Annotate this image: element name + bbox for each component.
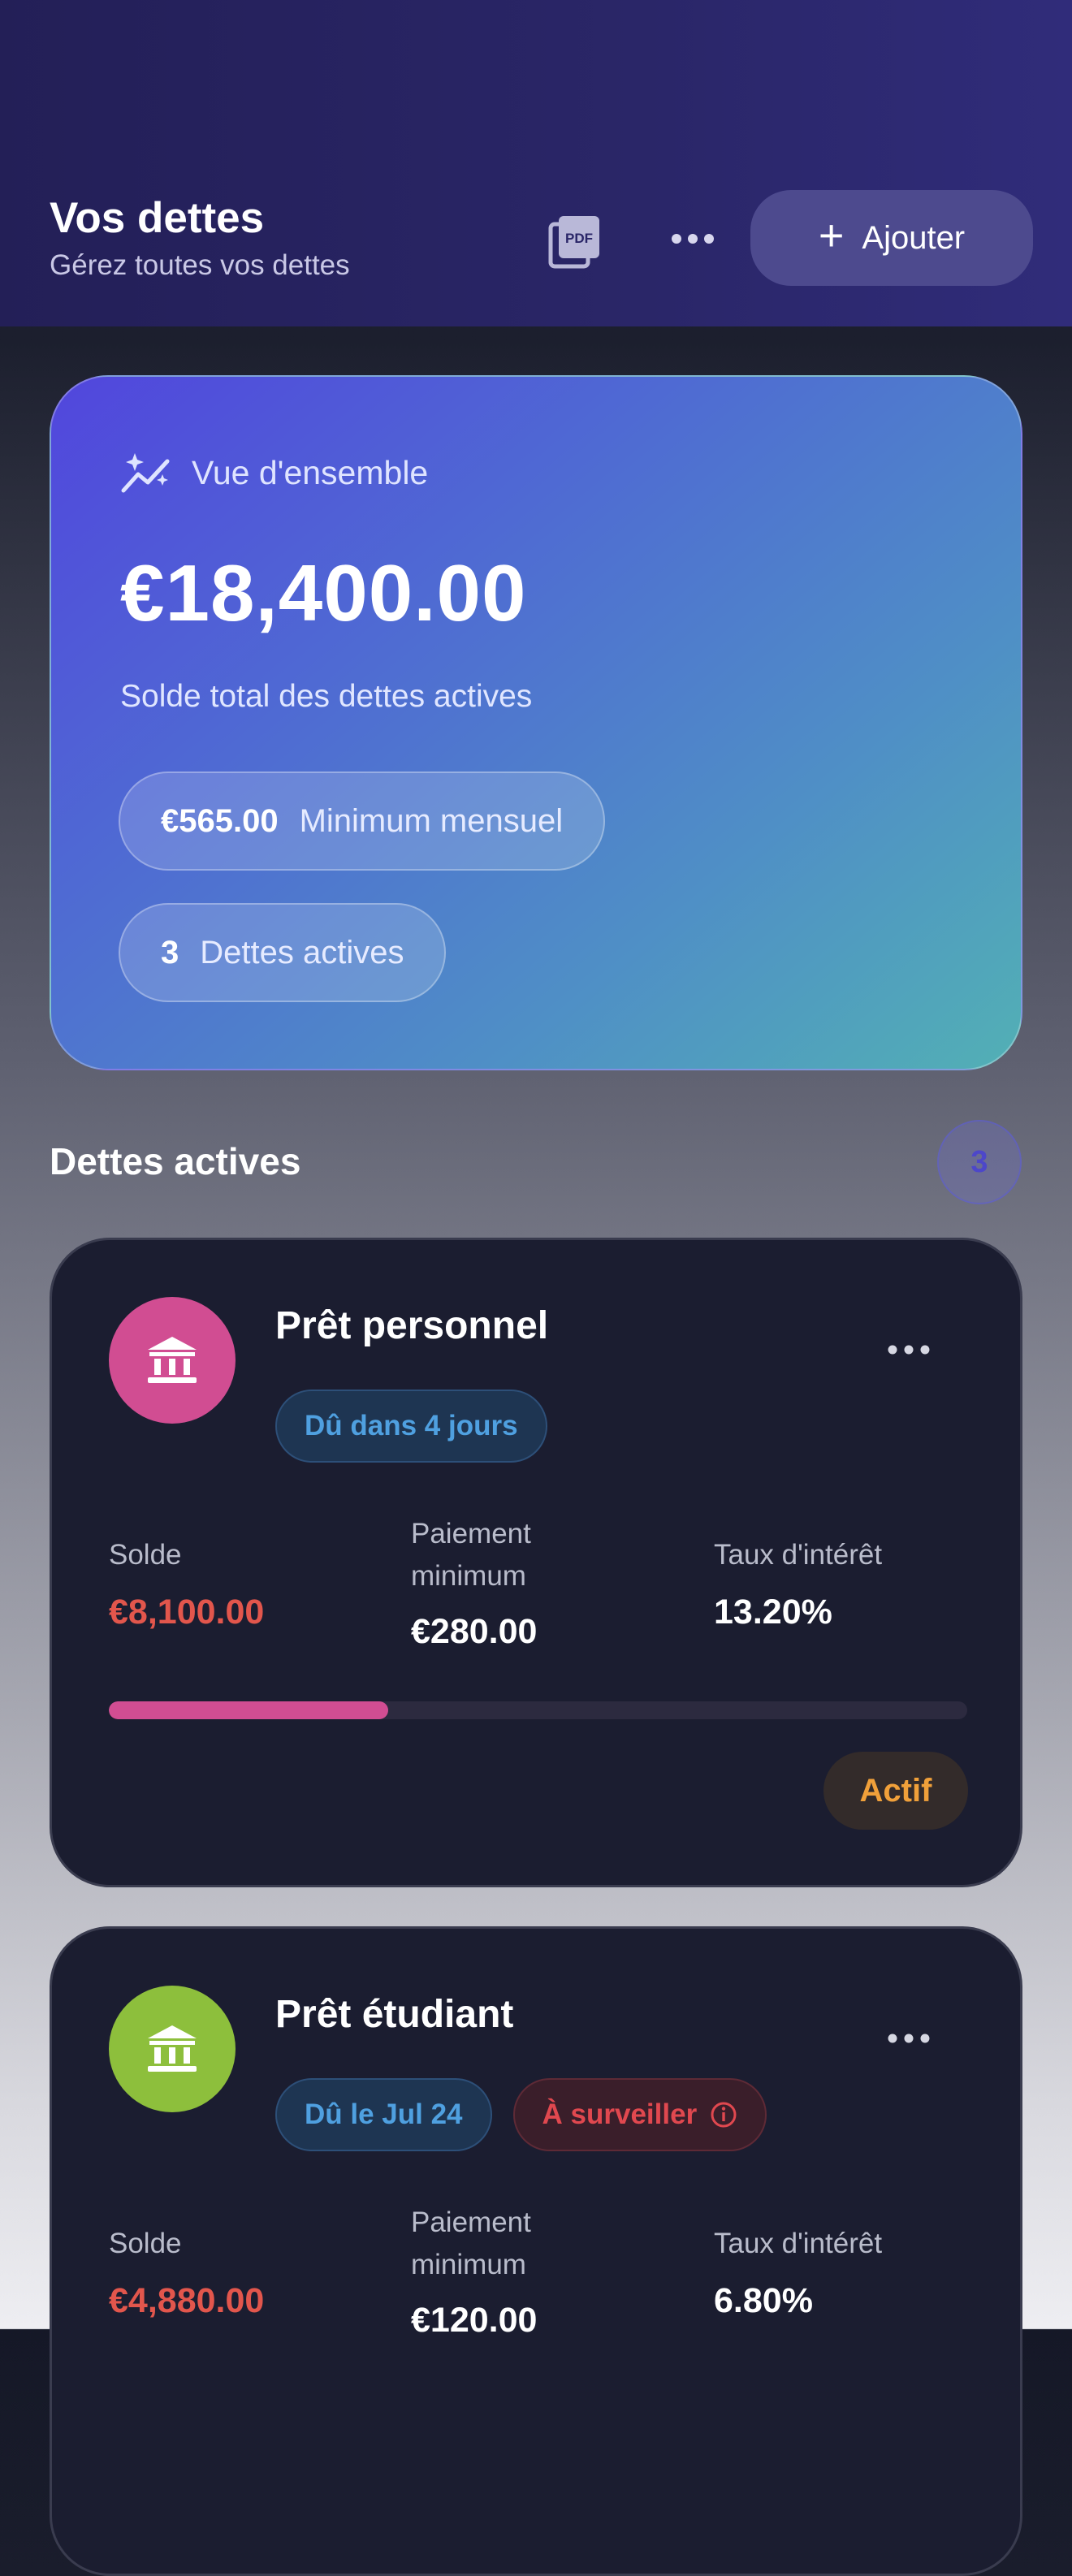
active-count-label: Dettes actives [200, 934, 404, 970]
top-header: Vos dettes Gérez toutes vos dettes PDF +… [0, 0, 1072, 326]
balance-label: Solde [109, 1539, 182, 1571]
pdf-export-button[interactable]: PDF [546, 213, 604, 271]
active-count-value: 3 [161, 934, 179, 970]
svg-text:PDF: PDF [565, 231, 593, 246]
minimum-payment-label: Paiement minimum [411, 1518, 531, 1592]
interest-rate-value: 6.80% [714, 2281, 813, 2320]
interest-rate-value: 13.20% [714, 1593, 832, 1632]
debt-more-button[interactable] [884, 2026, 933, 2051]
add-debt-button[interactable]: + Ajouter [750, 190, 1033, 286]
balance-value: €4,880.00 [109, 2281, 265, 2320]
overview-heading: Vue d'ensemble [120, 450, 428, 495]
active-count-pill: 3 Dettes actives [119, 903, 447, 1002]
debt-name: Prêt personnel [275, 1304, 549, 1347]
debt-avatar [109, 1297, 236, 1424]
monthly-minimum-pill: €565.00 Minimum mensuel [119, 772, 606, 871]
watch-tag-label: À surveiller [542, 2098, 698, 2130]
total-balance-amount: €18,400.00 [120, 548, 527, 638]
interest-rate-label: Taux d'intérêt [714, 1539, 883, 1571]
repayment-progress-bar [109, 1701, 967, 1719]
monthly-minimum-value: €565.00 [161, 802, 279, 839]
balance-label: Solde [109, 2228, 182, 2259]
sparkle-trend-icon [121, 453, 170, 493]
status-badge: Actif [823, 1752, 968, 1830]
debt-tags: Dû le Jul 24 À surveiller [275, 2078, 767, 2151]
monthly-minimum-label: Minimum mensuel [299, 802, 564, 839]
minimum-payment-value: €120.00 [411, 2301, 538, 2340]
more-options-button[interactable] [668, 218, 718, 260]
debt-tags: Dû dans 4 jours [275, 1390, 547, 1463]
pdf-export-icon: PDF [548, 216, 599, 269]
due-date-tag: Dû le Jul 24 [275, 2078, 492, 2151]
overview-card: Vue d'ensemble €18,400.00 Solde total de… [50, 375, 1022, 1070]
debt-avatar [109, 1986, 236, 2112]
page-subtitle: Gérez toutes vos dettes [50, 249, 350, 281]
plus-icon: + [818, 211, 845, 260]
page-title: Vos dettes [50, 194, 265, 242]
debt-name: Prêt étudiant [275, 1993, 514, 2036]
minimum-payment-label: Paiement minimum [411, 2206, 531, 2280]
debt-card-student-loan[interactable]: Prêt étudiant Dû le Jul 24 À surveiller … [50, 1926, 1022, 2576]
overview-heading-label: Vue d'ensemble [192, 453, 429, 491]
balance-value: €8,100.00 [109, 1593, 265, 1632]
bank-icon [148, 2025, 197, 2072]
more-horizontal-icon [672, 234, 714, 244]
section-count-badge: 3 [937, 1120, 1022, 1204]
debt-more-button[interactable] [884, 1338, 933, 1362]
more-horizontal-icon [888, 2034, 930, 2043]
section-title: Dettes actives [50, 1140, 301, 1182]
more-horizontal-icon [888, 1345, 930, 1355]
bank-icon [148, 1337, 197, 1383]
repayment-progress-fill [109, 1701, 388, 1719]
total-balance-label: Solde total des dettes actives [120, 679, 533, 714]
add-button-label: Ajouter [862, 219, 966, 256]
interest-rate-label: Taux d'intérêt [714, 2228, 883, 2259]
due-date-tag: Dû dans 4 jours [275, 1390, 547, 1463]
minimum-payment-value: €280.00 [411, 1612, 538, 1651]
watch-tag[interactable]: À surveiller [512, 2078, 767, 2151]
debt-card-personal-loan[interactable]: Prêt personnel Dû dans 4 jours Solde €8,… [50, 1238, 1022, 1887]
info-icon [711, 2102, 737, 2128]
